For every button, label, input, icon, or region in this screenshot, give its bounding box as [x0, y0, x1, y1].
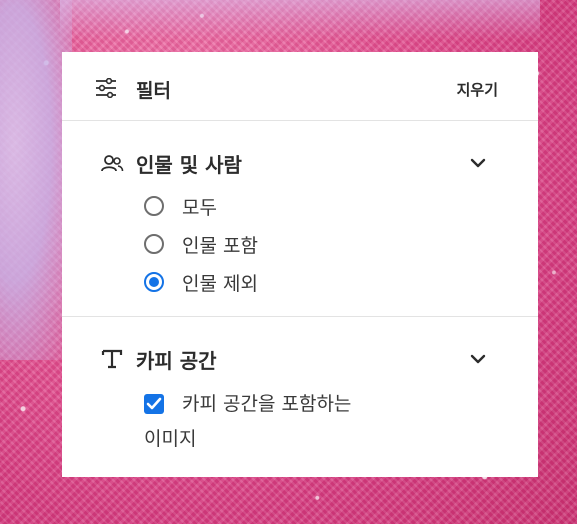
radio-button[interactable] [144, 234, 164, 254]
text-t-icon [101, 349, 123, 369]
radio-button[interactable] [144, 196, 164, 216]
checkmark-icon [146, 397, 162, 410]
radio-option-include-people[interactable]: 인물 포함 [144, 229, 258, 259]
copy-space-section-title: 카피 공간 [136, 349, 217, 373]
copy-space-filter-section: 카피 공간 카피 공간을 포함하는 이미지 [62, 317, 538, 477]
background-lilac-top [60, 0, 540, 40]
radio-option-all[interactable]: 모두 [144, 191, 217, 221]
copy-space-checkbox-label: 카피 공간을 포함하는 [182, 393, 352, 415]
filter-sliders-icon [96, 78, 116, 98]
filter-panel-header: 필터 지우기 [62, 52, 538, 121]
chevron-down-icon [470, 354, 486, 364]
radio-option-exclude-people[interactable]: 인물 제외 [144, 267, 258, 297]
radio-label-all: 모두 [182, 196, 217, 219]
clear-filters-button[interactable]: 지우기 [457, 79, 498, 100]
filter-title: 필터 [136, 80, 171, 102]
copy-space-section-toggle[interactable]: 카피 공간 [62, 317, 538, 377]
people-filter-section: 인물 및 사람 모두 인물 포함 인물 제외 [62, 121, 538, 317]
checkbox-checked[interactable] [144, 394, 164, 414]
people-section-toggle[interactable]: 인물 및 사람 [62, 121, 538, 181]
radio-label-exclude-people: 인물 제외 [182, 272, 258, 295]
people-section-title: 인물 및 사람 [136, 153, 242, 177]
people-icon [101, 155, 124, 172]
radio-button-selected[interactable] [144, 272, 164, 292]
chevron-down-icon [470, 158, 486, 168]
filter-panel: 필터 지우기 인물 및 사람 모두 인물 포함 인물 제외 카피 공간 카피 공… [62, 52, 538, 477]
copy-space-checkbox-label-line2: 이미지 [144, 428, 197, 450]
radio-label-include-people: 인물 포함 [182, 234, 258, 257]
